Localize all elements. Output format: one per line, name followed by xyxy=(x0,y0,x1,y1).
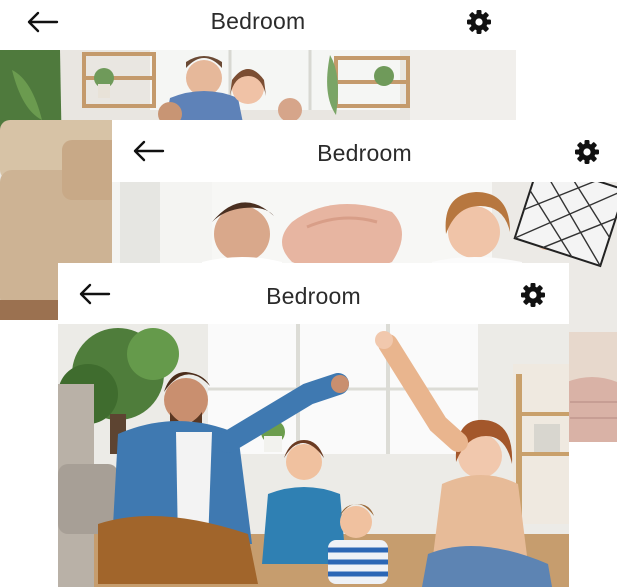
screen-header: Bedroom xyxy=(58,263,569,324)
settings-button[interactable] xyxy=(462,7,496,37)
gear-icon xyxy=(467,10,491,34)
gear-icon xyxy=(521,283,545,307)
screen-title: Bedroom xyxy=(210,8,306,34)
camera-screen-card: Bedroom xyxy=(58,263,569,587)
camera-snapshot-image[interactable] xyxy=(58,324,569,587)
screen-title: Bedroom xyxy=(317,140,412,166)
settings-button[interactable] xyxy=(516,280,550,310)
screen-title: Bedroom xyxy=(266,283,361,309)
screen-header: Bedroom xyxy=(112,120,617,182)
gear-icon xyxy=(575,140,599,164)
settings-button[interactable] xyxy=(570,137,604,167)
screen-header: Bedroom xyxy=(0,0,516,50)
